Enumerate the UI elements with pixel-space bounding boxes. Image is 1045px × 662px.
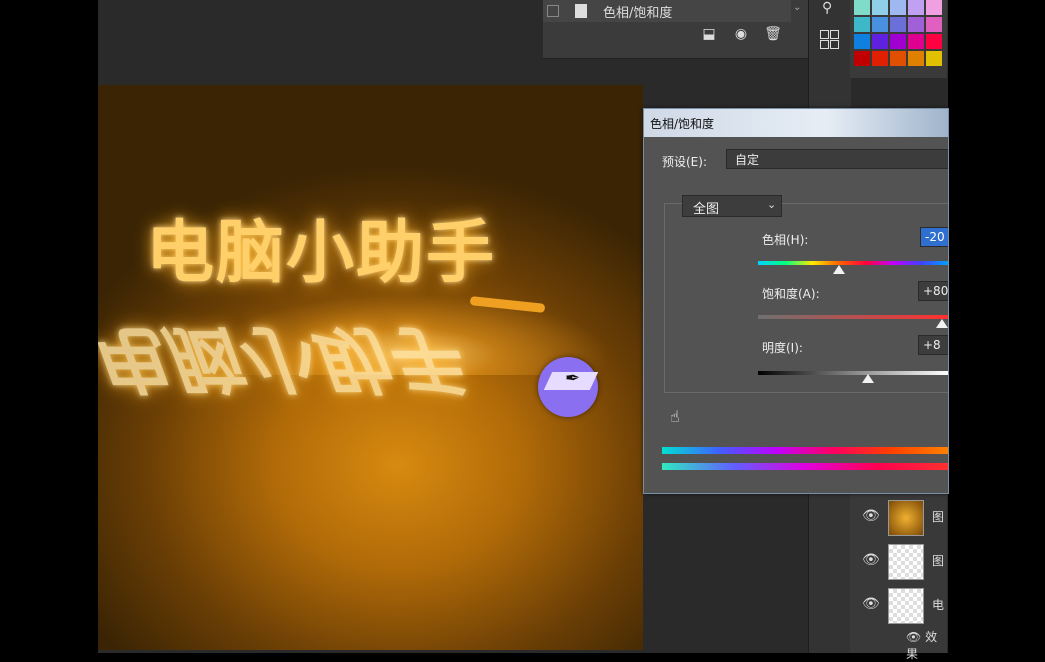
layer-row[interactable]: 👁 图 — [850, 538, 947, 582]
lightness-label: 明度(I): — [762, 341, 803, 355]
layer-row-adjustment[interactable]: 色相/饱和度 — [543, 0, 791, 22]
layer-thumbnail — [888, 544, 924, 580]
lightness-slider-track[interactable] — [758, 371, 948, 375]
layer-label: 色相/饱和度 — [603, 6, 673, 21]
canvas-title-text: 电脑小助手 — [146, 214, 497, 293]
color-range-bar-input — [662, 447, 948, 454]
hue-input[interactable]: -20 — [920, 227, 948, 247]
swatch[interactable] — [854, 0, 870, 15]
layer-thumbnail — [888, 500, 924, 536]
hue-label: 色相(H): — [762, 233, 809, 247]
swatch[interactable] — [908, 34, 924, 49]
hue-saturation-dialog: 色相/饱和度 预设(E): 自定 全图 ⌄ 色相(H): -20 饱和度(A):… — [643, 108, 949, 494]
swatch[interactable] — [872, 34, 888, 49]
swatch[interactable] — [890, 34, 906, 49]
swatch[interactable] — [890, 17, 906, 32]
grid-icon[interactable] — [820, 30, 840, 50]
scroll-down-icon[interactable]: ⌄ — [793, 2, 805, 20]
link-mask-icon[interactable]: ⬓ — [699, 26, 719, 46]
preset-label: 预设(E): — [662, 155, 707, 169]
swatch[interactable] — [872, 17, 888, 32]
channel-select[interactable]: 全图 ⌄ — [682, 195, 782, 217]
swatch[interactable] — [926, 51, 942, 66]
layers-panel-top: 色相/饱和度 ⌄ ⬓ ◉ 🗑 — [543, 0, 808, 59]
swatch[interactable] — [908, 17, 924, 32]
layer-row[interactable]: 👁 图 — [850, 494, 947, 538]
swatch[interactable] — [872, 51, 888, 66]
preset-select[interactable]: 自定 — [726, 149, 948, 169]
eye-icon[interactable]: 👁 — [862, 552, 880, 568]
hand-adjust-icon[interactable]: ☝ — [670, 407, 680, 426]
swatch[interactable] — [854, 51, 870, 66]
layer-name: 图 — [932, 554, 945, 568]
hue-slider-handle[interactable] — [833, 265, 845, 274]
eye-icon[interactable]: 👁 — [862, 596, 880, 612]
swatch[interactable] — [908, 0, 924, 15]
layer-name: 图 — [932, 510, 945, 524]
lightness-slider-handle[interactable] — [862, 374, 874, 383]
trash-icon[interactable]: 🗑 — [763, 26, 783, 46]
swatch[interactable] — [926, 17, 942, 32]
saturation-slider-track[interactable] — [758, 315, 948, 319]
canvas-reflection-text: 电脑小助手 — [98, 317, 481, 401]
document-icon — [575, 4, 587, 18]
saturation-slider-handle[interactable] — [936, 319, 948, 328]
swatch[interactable] — [854, 17, 870, 32]
hue-slider-track[interactable] — [758, 261, 948, 265]
channel-value: 全图 — [693, 202, 720, 217]
saturation-input[interactable]: +80 — [918, 281, 948, 301]
preset-value: 自定 — [735, 153, 760, 167]
layer-name: 电 — [932, 598, 945, 612]
swatch[interactable] — [872, 0, 888, 15]
eye-icon[interactable]: 👁 — [862, 508, 880, 524]
dialog-title: 色相/饱和度 — [650, 117, 715, 131]
swatches-panel — [850, 0, 947, 78]
saturation-label: 饱和度(A): — [762, 287, 820, 301]
layer-checkbox[interactable] — [547, 5, 559, 17]
layer-row[interactable]: 👁 电 — [850, 582, 947, 626]
swatch[interactable] — [890, 0, 906, 15]
swatch[interactable] — [908, 51, 924, 66]
eyedropper-icon: ✒ — [565, 368, 581, 389]
chevron-down-icon: ⌄ — [767, 198, 777, 211]
swatch[interactable] — [926, 34, 942, 49]
lightness-input[interactable]: +8 — [918, 335, 948, 355]
camera-icon[interactable]: ◉ — [731, 26, 751, 46]
eye-icon[interactable]: 👁 — [906, 630, 921, 644]
dialog-titlebar[interactable]: 色相/饱和度 — [644, 109, 948, 137]
swatch[interactable] — [890, 51, 906, 66]
color-range-bar-output — [662, 463, 948, 470]
layers-list: 👁 图 👁 图 👁 电 👁 效果 — [850, 490, 947, 661]
swatch[interactable] — [926, 0, 942, 15]
swatch[interactable] — [854, 34, 870, 49]
effects-row[interactable]: 👁 效果 — [906, 628, 947, 662]
zoom-icon[interactable]: ⚲ — [822, 0, 832, 16]
layer-thumbnail — [888, 588, 924, 624]
